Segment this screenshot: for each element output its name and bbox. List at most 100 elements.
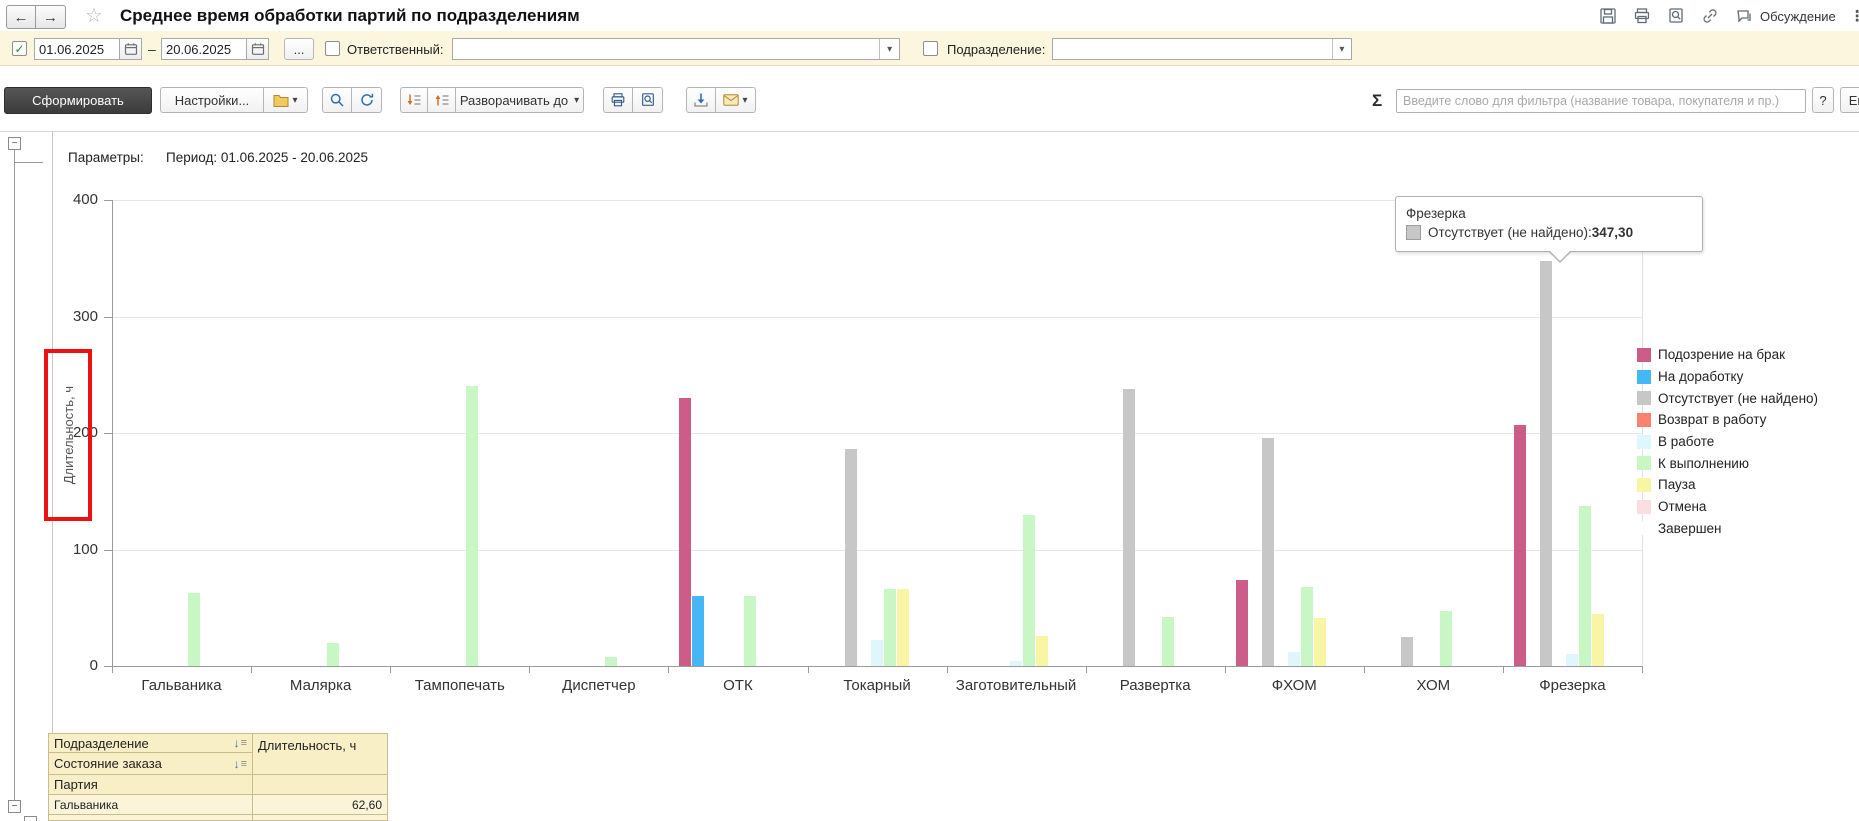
- sort-icon[interactable]: ↓: [234, 757, 240, 771]
- legend-swatch: [1637, 391, 1651, 405]
- bar[interactable]: [1592, 614, 1604, 666]
- bar[interactable]: [466, 386, 478, 666]
- x-axis-tick: [1225, 666, 1226, 673]
- legend-item: Отмена: [1637, 496, 1818, 518]
- x-category-label: Токарный: [808, 677, 947, 694]
- legend-label: Завершен: [1658, 521, 1722, 536]
- bar[interactable]: [884, 589, 896, 666]
- bar[interactable]: [1514, 425, 1526, 666]
- bar[interactable]: [1401, 637, 1413, 666]
- x-axis-tick: [251, 666, 252, 673]
- bar[interactable]: [327, 643, 339, 666]
- table-header-label: Подразделение: [54, 736, 234, 751]
- legend-label: Подозрение на брак: [1658, 347, 1785, 362]
- bar[interactable]: [1036, 636, 1048, 666]
- y-axis-tick-label: 100: [52, 541, 98, 558]
- bar[interactable]: [605, 657, 617, 666]
- legend-item: В работе: [1637, 431, 1818, 453]
- y-axis-tick-label: 0: [52, 657, 98, 674]
- bar[interactable]: [1566, 654, 1578, 666]
- x-category-label: Фрезерка: [1503, 677, 1642, 694]
- table-row-name[interactable]: Гальваника: [48, 795, 253, 815]
- x-category-label: Малярка: [251, 677, 390, 694]
- x-category-label: Гальваника: [112, 677, 251, 694]
- bar[interactable]: [897, 589, 909, 666]
- y-axis-tick: [104, 550, 112, 551]
- x-category-label: Диспетчер: [529, 677, 668, 694]
- bar[interactable]: [1579, 506, 1591, 666]
- table-header-order-state[interactable]: Состояние заказа ↓≡: [48, 753, 253, 775]
- legend-item: Завершен: [1637, 518, 1818, 540]
- legend-swatch: [1637, 521, 1651, 535]
- chart-area: 0100200300400ГальваникаМаляркаТампопечат…: [0, 0, 1859, 821]
- bar[interactable]: [1440, 611, 1452, 666]
- table-header-batch[interactable]: Партия: [48, 775, 253, 795]
- bar[interactable]: [1010, 661, 1022, 666]
- y-axis-tick-label: 400: [52, 191, 98, 208]
- legend-swatch: [1637, 435, 1651, 449]
- sort-lines-icon: ≡: [241, 758, 247, 770]
- x-category-label: ФХОМ: [1225, 677, 1364, 694]
- x-axis-tick: [390, 666, 391, 673]
- legend-label: Отмена: [1658, 499, 1706, 514]
- table-header-duration[interactable]: Длительность, ч: [253, 733, 388, 775]
- y-axis-tick: [104, 317, 112, 318]
- x-category-label: Тампопечать: [390, 677, 529, 694]
- legend-swatch: [1637, 413, 1651, 427]
- legend-item: Отсутствует (не найдено): [1637, 387, 1818, 409]
- bar[interactable]: [1236, 580, 1248, 666]
- x-axis-tick: [1503, 666, 1504, 673]
- bar[interactable]: [1314, 618, 1326, 666]
- legend-label: В работе: [1658, 434, 1714, 449]
- bar[interactable]: [1288, 652, 1300, 666]
- y-axis-title: Длительность, ч: [50, 355, 86, 515]
- bar[interactable]: [1301, 587, 1313, 666]
- x-axis-tick: [1364, 666, 1365, 673]
- x-category-label: Развертка: [1086, 677, 1225, 694]
- gridline: [112, 433, 1642, 434]
- bar[interactable]: [1540, 261, 1552, 666]
- sort-icon[interactable]: ↓: [234, 736, 240, 750]
- tooltip-caret: [1550, 251, 1570, 261]
- table-header-label: Партия: [54, 777, 247, 792]
- legend-item: Подозрение на брак: [1637, 344, 1818, 366]
- y-axis-tick-label: 300: [52, 308, 98, 325]
- y-axis-tick: [104, 666, 112, 667]
- legend-swatch: [1637, 348, 1651, 362]
- report-window: ← → ☆ Среднее время обработки партий по …: [0, 0, 1859, 821]
- table-header-label: Длительность, ч: [258, 738, 356, 753]
- bar[interactable]: [871, 640, 883, 666]
- bar[interactable]: [845, 449, 857, 666]
- bar[interactable]: [1023, 515, 1035, 667]
- legend-label: На доработку: [1658, 369, 1743, 384]
- bar[interactable]: [1123, 389, 1135, 666]
- bar[interactable]: [1262, 438, 1274, 666]
- y-axis-title-text: Длительность, ч: [61, 386, 76, 484]
- tooltip-category: Фрезерка: [1406, 204, 1692, 223]
- x-axis-tick: [112, 666, 113, 673]
- legend-label: Отсутствует (не найдено): [1658, 391, 1818, 406]
- gridline: [112, 317, 1642, 318]
- table-header-label: Состояние заказа: [54, 756, 234, 771]
- bar[interactable]: [692, 596, 704, 666]
- x-axis-tick: [668, 666, 669, 673]
- x-axis-tick: [1642, 666, 1643, 673]
- bar[interactable]: [188, 593, 200, 666]
- table-row-partial: [48, 815, 253, 821]
- gridline: [112, 550, 1642, 551]
- bar[interactable]: [744, 596, 756, 666]
- y-axis-line: [112, 200, 113, 666]
- bar[interactable]: [1162, 617, 1174, 666]
- x-category-label: Заготовительный: [947, 677, 1086, 694]
- x-category-label: ОТК: [668, 677, 807, 694]
- bar[interactable]: [679, 398, 691, 666]
- table-row-value[interactable]: 62,60: [253, 795, 388, 815]
- sort-lines-icon: ≡: [241, 737, 247, 749]
- legend-label: Пауза: [1658, 477, 1696, 492]
- tooltip-series-swatch: [1406, 225, 1421, 240]
- legend-swatch: [1637, 500, 1651, 514]
- table-header-department[interactable]: Подразделение ↓≡: [48, 733, 253, 753]
- chart-legend: Подозрение на брак На доработку Отсутствуе…: [1637, 344, 1818, 539]
- table-cell-value: 62,60: [352, 798, 382, 812]
- legend-item: К выполнению: [1637, 452, 1818, 474]
